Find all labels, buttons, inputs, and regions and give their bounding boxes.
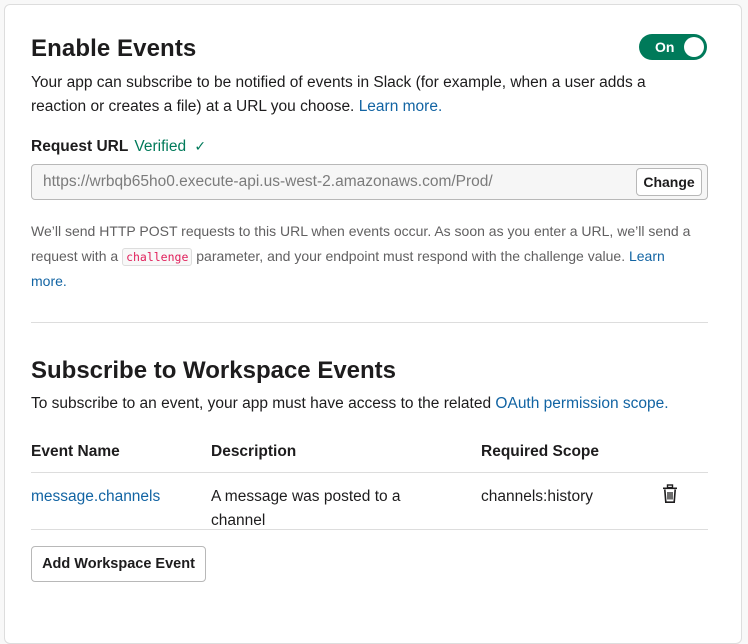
checkmark-icon: ✓: [194, 138, 207, 154]
toggle-label: On: [655, 39, 675, 55]
add-workspace-event-button[interactable]: Add Workspace Event: [31, 546, 206, 582]
workspace-events-description-text: To subscribe to an event, your app must …: [31, 395, 492, 412]
enable-events-toggle[interactable]: On: [639, 34, 707, 60]
enable-events-description: Your app can subscribe to be notified of…: [31, 71, 691, 119]
request-url-label-row: Request URL Verified ✓: [31, 138, 206, 156]
oauth-scope-link[interactable]: OAuth permission scope.: [495, 395, 668, 412]
request-url-value: https://wrbqb65ho0.execute-api.us-west-2…: [43, 173, 493, 190]
table-header-divider: [31, 472, 708, 473]
request-url-help: We’ll send HTTP POST requests to this UR…: [31, 219, 703, 294]
help-text-after: parameter, and your endpoint must respon…: [196, 247, 626, 264]
event-description: A message was posted to a channel: [211, 488, 401, 529]
request-url-label: Request URL: [31, 138, 129, 155]
event-name-link[interactable]: message.channels: [31, 485, 160, 509]
change-url-button[interactable]: Change: [636, 168, 702, 196]
toggle-knob: [684, 37, 704, 57]
trash-icon[interactable]: [661, 484, 679, 504]
column-header-event-name: Event Name: [31, 443, 120, 460]
column-header-description: Description: [211, 443, 297, 460]
section-divider: [31, 322, 708, 323]
column-header-required-scope: Required Scope: [481, 443, 599, 460]
enable-events-title: Enable Events: [31, 35, 197, 62]
workspace-events-description: To subscribe to an event, your app must …: [31, 395, 669, 413]
verified-status: Verified: [134, 138, 187, 155]
event-required-scope: channels:history: [481, 488, 594, 505]
learn-more-link[interactable]: Learn more.: [359, 98, 443, 115]
challenge-code: challenge: [122, 247, 193, 266]
workspace-events-title: Subscribe to Workspace Events: [31, 357, 397, 384]
request-url-field[interactable]: https://wrbqb65ho0.execute-api.us-west-2…: [31, 164, 708, 200]
table-row-divider: [31, 529, 708, 530]
enable-events-description-text: Your app can subscribe to be notified of…: [31, 74, 646, 115]
